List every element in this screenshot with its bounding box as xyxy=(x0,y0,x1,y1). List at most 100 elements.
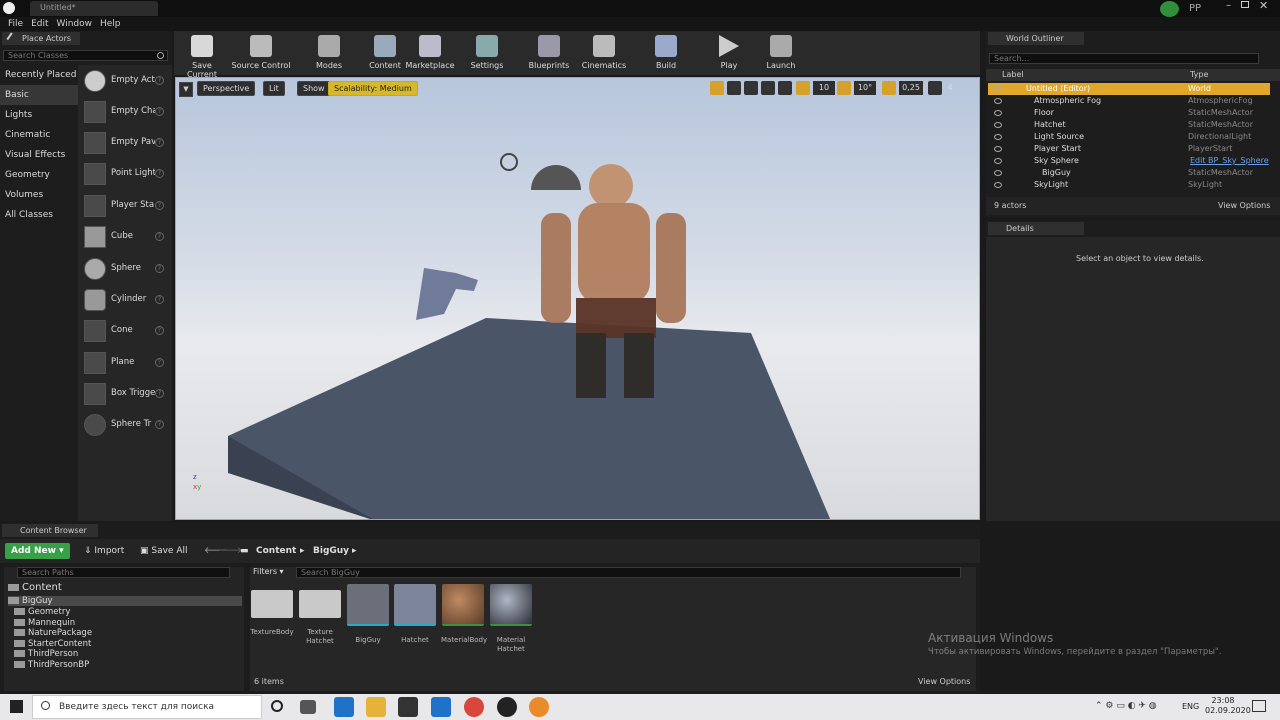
actor-item-cube[interactable]: Cube? xyxy=(82,222,170,252)
perspective-button[interactable]: Perspective xyxy=(197,81,256,96)
unreal-logo-icon[interactable] xyxy=(3,2,15,14)
store-icon[interactable] xyxy=(398,697,418,717)
asset-materialbody[interactable]: MaterialBody xyxy=(441,584,487,645)
modes-button[interactable]: Modes xyxy=(310,33,348,73)
actor-item-empty-pawn[interactable]: Empty Pav? xyxy=(82,128,170,158)
windows-start-icon[interactable] xyxy=(10,700,23,713)
document-tab[interactable]: Untitled* xyxy=(30,1,158,16)
category-volumes[interactable]: Volumes xyxy=(0,185,78,205)
visibility-eye-icon[interactable] xyxy=(994,98,1002,104)
category-visual-effects[interactable]: Visual Effects xyxy=(0,145,78,165)
level-viewport[interactable]: ▼ xy z xyxy=(175,77,980,520)
help-icon[interactable]: ? xyxy=(155,76,164,85)
import-button[interactable]: ⇓ Import xyxy=(84,543,124,559)
cortana-icon[interactable] xyxy=(271,700,283,712)
category-all-classes[interactable]: All Classes xyxy=(0,205,78,225)
rotation-snap-icon[interactable] xyxy=(837,81,851,95)
help-icon[interactable]: ? xyxy=(155,107,164,116)
launch-button[interactable]: Launch xyxy=(764,33,798,73)
path-bigguy[interactable]: BigGuy xyxy=(313,543,349,559)
outliner-row-atmospheric-fog[interactable]: Atmospheric Fog AtmosphericFog xyxy=(988,95,1270,107)
save-all-button[interactable]: ▣ Save All xyxy=(140,543,188,559)
viewport-options-dropdown[interactable]: ▼ xyxy=(179,82,193,97)
blueprints-button[interactable]: Blueprints xyxy=(526,33,572,73)
asset-texturebody[interactable]: TextureBody xyxy=(250,584,294,637)
actor-item-cone[interactable]: Cone? xyxy=(82,316,170,346)
outliner-row-world[interactable]: Untitled (Editor) World xyxy=(988,83,1270,95)
help-icon[interactable]: ? xyxy=(155,420,164,429)
category-recently-placed[interactable]: Recently Placed xyxy=(0,65,78,85)
outliner-row-bigguy[interactable]: BigGuy StaticMeshActor xyxy=(988,167,1270,179)
source-control-button[interactable]: Source Control xyxy=(230,33,292,73)
help-icon[interactable]: ? xyxy=(155,138,164,147)
actor-item-sphere-trigger[interactable]: Sphere Tr? xyxy=(82,410,170,440)
scale-tool-icon[interactable] xyxy=(744,81,758,95)
actor-item-empty-actor[interactable]: Empty Act? xyxy=(82,66,170,96)
actor-item-empty-character[interactable]: Empty Cha? xyxy=(82,97,170,127)
asset-hatchet[interactable]: Hatchet xyxy=(393,584,437,645)
details-tab[interactable]: Details xyxy=(988,222,1084,235)
play-button[interactable]: Play xyxy=(712,33,746,73)
outliner-row-light-source[interactable]: Light Source DirectionalLight xyxy=(988,131,1270,143)
close-button[interactable]: ✕ xyxy=(1259,0,1268,12)
outliner-search-input[interactable]: Search... xyxy=(989,53,1259,64)
actor-item-point-light[interactable]: Point Light? xyxy=(82,159,170,189)
help-icon[interactable]: ? xyxy=(155,264,164,273)
actor-item-cylinder[interactable]: Cylinder? xyxy=(82,285,170,315)
content-button[interactable]: Content xyxy=(364,33,406,73)
taskbar-search-box[interactable]: Введите здесь текст для поиска xyxy=(32,695,262,719)
asset-texture-hatchet[interactable]: Texture Hatchet xyxy=(298,584,342,646)
category-geometry[interactable]: Geometry xyxy=(0,165,78,185)
translate-tool-icon[interactable] xyxy=(710,81,724,95)
visibility-eye-icon[interactable] xyxy=(994,122,1002,128)
actor-item-box-trigger[interactable]: Box Trigge? xyxy=(82,379,170,409)
tree-item-thirdperson[interactable]: ThirdPerson xyxy=(14,649,78,659)
source-control-status-icon[interactable] xyxy=(1160,1,1179,17)
help-icon[interactable]: ? xyxy=(155,201,164,210)
mail-icon[interactable] xyxy=(431,697,451,717)
visibility-eye-icon[interactable] xyxy=(994,146,1002,152)
help-icon[interactable]: ? xyxy=(155,358,164,367)
maximize-button[interactable] xyxy=(1241,1,1249,8)
forward-button[interactable]: 🡒 xyxy=(218,543,242,559)
help-icon[interactable]: ? xyxy=(155,295,164,304)
visibility-eye-icon[interactable] xyxy=(994,110,1002,116)
outliner-row-floor[interactable]: Floor StaticMeshActor xyxy=(988,107,1270,119)
world-outliner-tab[interactable]: World Outliner xyxy=(988,32,1084,45)
tree-item-bigguy[interactable]: BigGuy xyxy=(8,596,242,606)
notifications-icon[interactable] xyxy=(1252,700,1266,712)
marketplace-button[interactable]: Marketplace xyxy=(405,33,455,73)
menu-help[interactable]: Help xyxy=(100,17,121,31)
unreal-engine-icon[interactable] xyxy=(497,697,517,717)
blender-icon[interactable] xyxy=(529,697,549,717)
camera-speed-icon[interactable] xyxy=(928,81,942,95)
outliner-row-skylight[interactable]: SkyLight SkyLight xyxy=(988,179,1270,191)
category-cinematic[interactable]: Cinematic xyxy=(0,125,78,145)
add-new-button[interactable]: Add New ▾ xyxy=(5,543,70,559)
scale-snap-icon[interactable] xyxy=(882,81,896,95)
tree-item-naturepackage[interactable]: NaturePackage xyxy=(14,628,92,638)
search-bigguy-input[interactable]: Search BigGuy xyxy=(296,567,961,578)
settings-button[interactable]: Settings xyxy=(466,33,508,73)
show-button[interactable]: Show xyxy=(297,81,331,96)
help-icon[interactable]: ? xyxy=(155,326,164,335)
help-icon[interactable]: ? xyxy=(155,232,164,241)
lit-button[interactable]: Lit xyxy=(263,81,285,96)
surface-snap-icon[interactable] xyxy=(778,81,792,95)
content-view-options[interactable]: View Options xyxy=(918,677,970,686)
help-icon[interactable]: ? xyxy=(155,389,164,398)
system-tray-icons[interactable]: ⌃ ⚙ ▭ ◐ ✈ ◍ xyxy=(1095,701,1175,713)
actor-item-plane[interactable]: Plane? xyxy=(82,348,170,378)
menu-edit[interactable]: Edit xyxy=(31,17,48,31)
outliner-row-sky-sphere[interactable]: Sky Sphere Edit BP_Sky_Sphere xyxy=(988,155,1270,167)
help-icon[interactable]: ? xyxy=(155,169,164,178)
build-button[interactable]: Build xyxy=(648,33,684,73)
cinematics-button[interactable]: Cinematics xyxy=(580,33,628,73)
rotation-snap-value[interactable]: 10° xyxy=(854,81,876,95)
visibility-eye-icon[interactable] xyxy=(994,86,1002,92)
visibility-eye-icon[interactable] xyxy=(994,182,1002,188)
grid-snap-value[interactable]: 10 xyxy=(813,81,835,95)
minimize-button[interactable]: – xyxy=(1226,0,1231,11)
world-local-icon[interactable] xyxy=(761,81,775,95)
tree-item-thirdpersonbp[interactable]: ThirdPersonBP xyxy=(14,660,89,670)
